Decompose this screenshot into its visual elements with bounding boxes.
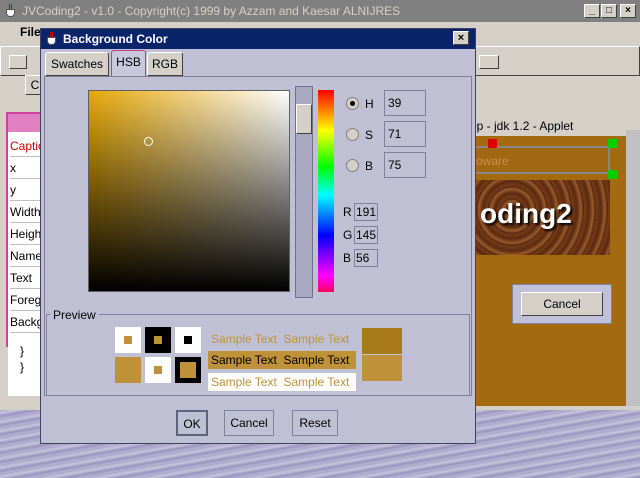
applet-title: op - jdk 1.2 - Applet [470, 119, 574, 133]
java-cup-icon [44, 31, 60, 47]
cancel-button[interactable]: Cancel [224, 410, 274, 436]
applet-cancel-button[interactable]: Cancel [521, 292, 603, 316]
hsb-label-s: S [365, 128, 374, 142]
toolbar-collapse-button[interactable] [9, 55, 27, 69]
preview-swatch [175, 327, 201, 353]
close-icon[interactable]: × [620, 4, 636, 18]
prop-row[interactable]: Backg [10, 312, 42, 333]
toolbar-collapse-button-right[interactable] [479, 55, 499, 69]
sample-text: Sample Text [283, 353, 350, 367]
code-line: } [20, 360, 25, 374]
preview-color-block [362, 328, 402, 354]
sample-text: Sample Text [283, 375, 350, 389]
rgb-label-g: G [343, 228, 353, 242]
code-editor[interactable]: } } [8, 340, 44, 400]
properties-panel-titlebar [8, 114, 42, 132]
hsb-label-h: H [365, 97, 374, 111]
minimize-icon[interactable]: _ [584, 4, 600, 18]
preview-swatch [175, 357, 201, 383]
prop-row[interactable]: Text [10, 268, 42, 289]
ok-button[interactable]: OK [176, 410, 208, 436]
reset-button[interactable]: Reset [292, 410, 338, 436]
r-value-readout: 191 [354, 203, 378, 221]
selection-handle[interactable] [608, 170, 617, 179]
tab-hsb[interactable]: HSB [111, 50, 146, 77]
radio-h[interactable] [346, 97, 359, 110]
dialog-title: Background Color [63, 32, 168, 46]
color-picker-marker[interactable] [144, 137, 153, 146]
sample-text: Sample Text [211, 353, 277, 367]
applet-banner-text: oding2 [480, 198, 572, 229]
java-cup-icon [3, 3, 19, 19]
applet-textfield[interactable]: oware [470, 146, 610, 174]
main-window-title: JVCoding2 - v1.0 - Copyright(c) 1999 by … [22, 4, 401, 18]
preview-sample-text-row: Sample Text Sample Text [208, 351, 356, 369]
main-titlebar: JVCoding2 - v1.0 - Copyright(c) 1999 by … [0, 0, 640, 22]
g-value-readout: 145 [354, 226, 378, 244]
dialog-titlebar: Background Color [41, 29, 475, 49]
tab-swatches[interactable]: Swatches [45, 52, 109, 76]
prop-row[interactable]: Heigh [10, 224, 42, 245]
prop-row[interactable]: y [10, 180, 42, 201]
b-rgb-value-readout: 56 [354, 249, 378, 267]
rgb-label-r: R [343, 205, 352, 219]
properties-panel: Captio x y Width Heigh Name Text Foreg B… [6, 112, 44, 347]
tab-rgb[interactable]: RGB [147, 52, 183, 76]
menu-file[interactable]: File [20, 25, 41, 39]
horizontal-scrollbar[interactable] [4, 396, 44, 410]
preview-sample-text-row: Sample Text Sample Text [208, 330, 349, 348]
rgb-label-b: B [343, 251, 352, 265]
radio-b[interactable] [346, 159, 359, 172]
preview-label: Preview [50, 308, 99, 322]
applet-textfield-text: oware [476, 154, 509, 168]
b-value-field[interactable]: 75 [384, 152, 426, 178]
preview-color-block [362, 355, 402, 381]
sample-text: Sample Text [283, 332, 350, 346]
prop-row[interactable]: Captio [10, 136, 42, 157]
s-value-field[interactable]: 71 [384, 121, 426, 147]
hue-spectrum-bar[interactable] [318, 90, 334, 292]
preview-sample-text-row: Sample Text Sample Text [208, 373, 356, 391]
close-icon[interactable]: × [453, 31, 469, 45]
applet-banner-image: oding2 [470, 180, 610, 255]
sample-text: Sample Text [211, 332, 277, 346]
prop-row[interactable]: x [10, 158, 42, 179]
maximize-icon[interactable]: □ [601, 4, 617, 18]
applet-window-right-edge [626, 130, 640, 406]
applet-titlebar: op - jdk 1.2 - Applet [470, 116, 640, 136]
preview-swatch [145, 327, 171, 353]
preview-swatch [145, 357, 171, 383]
prop-row[interactable]: Name [10, 246, 42, 267]
radio-s[interactable] [346, 128, 359, 141]
selection-handle[interactable] [608, 139, 617, 148]
sample-text: Sample Text [211, 375, 277, 389]
prop-row[interactable]: Width [10, 202, 42, 223]
saturation-brightness-field[interactable] [88, 90, 290, 292]
hsb-label-b: B [365, 159, 374, 173]
prop-row[interactable]: Foreg [10, 290, 42, 311]
preview-swatch [115, 357, 141, 383]
selection-handle[interactable] [488, 139, 497, 148]
preview-swatch [115, 327, 141, 353]
h-value-field[interactable]: 39 [384, 90, 426, 116]
code-line: } [20, 344, 25, 358]
field-slider-thumb[interactable] [296, 104, 312, 134]
